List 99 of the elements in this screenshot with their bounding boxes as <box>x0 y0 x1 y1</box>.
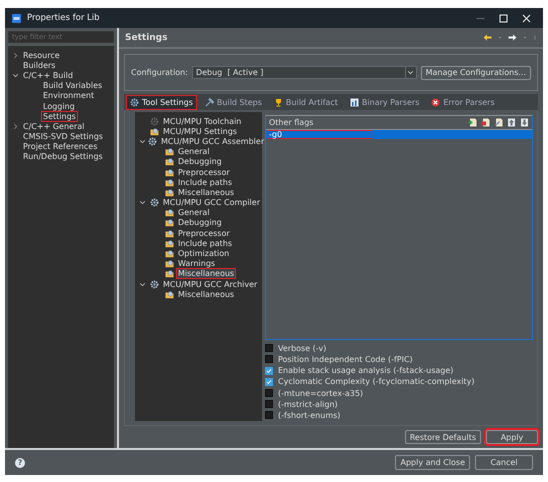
move-down-icon[interactable] <box>520 118 529 127</box>
checkbox-label: (-fshort-enums) <box>277 410 342 421</box>
move-up-icon[interactable] <box>507 118 516 127</box>
tree-item[interactable]: MCU/MPU Toolchain <box>161 116 244 127</box>
folder-gear-icon <box>165 188 174 197</box>
trophy-icon <box>274 98 283 106</box>
sidebar-item[interactable]: Environment <box>41 90 96 102</box>
tree-item[interactable]: General <box>176 207 212 218</box>
gear-icon <box>148 136 157 146</box>
tab[interactable]: Tool Settings <box>126 94 197 110</box>
sidebar-item[interactable]: CMSIS-SVD Settings <box>21 131 105 142</box>
configuration-dropdown[interactable]: Debug [ Active ] <box>192 66 417 79</box>
folder-gear-icon <box>165 168 174 177</box>
checkbox-label: Position Independent Code (-fPIC) <box>277 354 414 365</box>
sidebar-item[interactable]: Build Variables <box>41 80 104 92</box>
tab[interactable]: Build Artifact <box>270 94 342 110</box>
chevron-down-icon[interactable] <box>139 138 146 145</box>
flag-entry[interactable]: -g0 <box>267 130 372 139</box>
tree-item[interactable]: Include paths <box>176 176 234 188</box>
manage-configurations-button[interactable]: Manage Configurations... <box>420 66 531 80</box>
gear-icon <box>150 280 159 289</box>
checkbox-label: Verbose (-v) <box>277 342 328 354</box>
checkbox-label: Enable stack usage analysis (-fstack-usage) <box>277 365 454 376</box>
checkbox-label: (-mtune=cortex-a35) <box>277 388 364 399</box>
tree-item[interactable]: MCU/MPU GCC Assembler <box>159 136 266 147</box>
tree-item[interactable]: MCU/MPU GCC Compiler <box>160 197 262 208</box>
folder-gear-icon <box>165 147 174 156</box>
checkbox-label: (-mstrict-align) <box>277 398 339 410</box>
sidebar-item[interactable]: Resource <box>21 50 62 61</box>
folder-gear-icon <box>165 259 174 268</box>
tree-item[interactable]: Miscellaneous <box>176 288 236 300</box>
apply-button[interactable]: Apply <box>486 430 538 444</box>
checkbox[interactable] <box>265 366 273 375</box>
window-title: Properties for Lib <box>27 13 100 23</box>
forward-arrow-icon[interactable] <box>508 33 517 42</box>
chevron-down-icon[interactable] <box>12 72 19 79</box>
sidebar-item[interactable]: Run/Debug Settings <box>21 151 105 162</box>
restore-defaults-button[interactable]: Restore Defaults <box>404 430 481 444</box>
folder-gear-icon <box>165 249 174 258</box>
tree-item[interactable]: MCU/MPU GCC Archiver <box>161 278 260 290</box>
checkbox[interactable] <box>265 411 273 420</box>
tree-item[interactable]: General <box>176 146 212 158</box>
maximize-icon[interactable] <box>499 14 508 22</box>
add-icon[interactable] <box>468 118 477 127</box>
gear-icon <box>150 198 159 208</box>
folder-gear-icon <box>150 126 159 136</box>
tree-item[interactable]: Miscellaneous <box>176 186 236 198</box>
tree-item[interactable]: Preprocessor <box>176 166 232 178</box>
chevron-right-icon[interactable] <box>12 52 19 59</box>
sidebar-item[interactable]: C/C++ Build <box>21 70 75 81</box>
chevron-down-icon[interactable] <box>139 280 146 288</box>
checkbox[interactable] <box>265 355 273 364</box>
folder-gear-icon <box>165 269 174 278</box>
sidebar-item[interactable]: Logging <box>41 100 77 112</box>
tree-item[interactable]: MCU/MPU Settings <box>161 126 239 137</box>
checkbox-label: Cyclomatic Complexity (-fcyclomatic-complexity) <box>277 376 476 388</box>
checkbox[interactable] <box>265 400 273 408</box>
list-header: Other flags <box>269 118 314 127</box>
sidebar-item[interactable]: Builders <box>21 60 58 71</box>
folder-gear-icon <box>165 238 174 248</box>
folder-gear-icon <box>165 218 174 228</box>
checkbox[interactable] <box>265 389 273 398</box>
folder-gear-icon <box>165 208 174 218</box>
tree-item[interactable]: Debugging <box>176 156 224 168</box>
sidebar-item[interactable]: Settings <box>41 110 78 122</box>
chevron-down-icon[interactable] <box>139 199 146 206</box>
chevron-down-icon <box>407 69 414 76</box>
edit-icon[interactable] <box>494 118 503 127</box>
folder-gear-icon <box>165 228 174 238</box>
chart-icon <box>350 98 359 106</box>
chevron-right-icon[interactable] <box>12 122 19 130</box>
tree-item[interactable]: Optimization <box>176 248 232 260</box>
tree-item[interactable]: Warnings <box>176 258 218 270</box>
tab[interactable]: Build Steps <box>200 94 266 110</box>
error-icon <box>431 98 440 106</box>
cancel-button[interactable]: Cancel <box>475 455 533 470</box>
app-icon <box>11 14 22 22</box>
apply-and-close-button[interactable]: Apply and Close <box>395 455 470 470</box>
tab[interactable]: Binary Parsers <box>346 94 424 110</box>
tab[interactable]: Error Parsers <box>427 94 499 110</box>
gear-icon <box>130 98 139 106</box>
close-icon[interactable] <box>522 14 531 22</box>
checkbox[interactable] <box>265 378 273 386</box>
gear-icon <box>150 116 159 126</box>
sidebar-item[interactable]: Project References <box>21 141 100 152</box>
folder-gear-icon <box>165 290 174 299</box>
configuration-label: Configuration: <box>131 68 188 77</box>
folder-gear-icon <box>165 157 174 166</box>
tree-item[interactable]: Preprocessor <box>176 228 232 239</box>
tree-item[interactable]: Include paths <box>176 238 234 249</box>
back-arrow-icon[interactable] <box>483 33 492 42</box>
folder-gear-icon <box>165 178 174 187</box>
tree-item[interactable]: Debugging <box>176 217 224 228</box>
hammer-icon <box>204 98 214 106</box>
tree-item[interactable]: Miscellaneous <box>176 268 236 280</box>
delete-icon[interactable] <box>481 118 490 127</box>
sidebar-item[interactable]: C/C++ General <box>21 120 86 132</box>
checkbox[interactable] <box>265 344 273 352</box>
panel-title: Settings <box>125 32 168 42</box>
